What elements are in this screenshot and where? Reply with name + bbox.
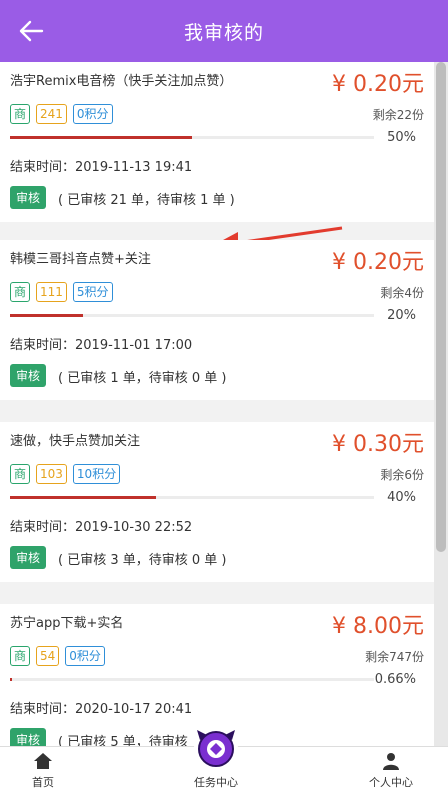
task-card[interactable]: 韩模三哥抖音点赞+关注 ¥ 0.20元 商 111 5积分 剩余4份 20% 结…: [0, 240, 434, 400]
task-price: ¥ 0.30元: [332, 432, 424, 457]
review-stats: ( 已审核 21 单，待审核 1 单 ): [58, 193, 235, 208]
tab-label: 首页: [32, 776, 54, 789]
task-price: ¥ 8.00元: [332, 614, 424, 639]
task-card[interactable]: 浩宇Remix电音榜（快手关注加点赞） ¥ 0.20元 商 241 0积分 剩余…: [0, 62, 434, 254]
points-tag: 0积分: [65, 646, 105, 666]
progress-fill: [10, 496, 156, 499]
remaining-count: 剩余6份: [380, 468, 424, 482]
merchant-tag: 商: [10, 282, 31, 302]
task-name: 韩模三哥抖音点赞+关注: [10, 252, 151, 267]
progress-fill: [10, 314, 83, 317]
review-button[interactable]: 审核: [10, 186, 47, 209]
tab-label: 个人中心: [369, 776, 413, 789]
user-icon: [383, 753, 399, 770]
review-button[interactable]: 审核: [10, 364, 47, 387]
count-tag: 241: [36, 104, 67, 124]
task-price: ¥ 0.20元: [332, 250, 424, 275]
review-stats: ( 已审核 3 单，待审核 0 单 ): [58, 553, 227, 568]
task-center-icon[interactable]: [194, 726, 238, 770]
end-time: 结束时间：2019-10-30 22:52: [10, 520, 193, 535]
merchant-tag: 商: [10, 646, 31, 666]
page-title: 我审核的: [183, 22, 264, 44]
progress-bar: [10, 678, 374, 681]
task-name: 苏宁app下载+实名: [10, 616, 124, 631]
progress-bar: [10, 496, 374, 499]
task-list[interactable]: 浩宇Remix电音榜（快手关注加点赞） ¥ 0.20元 商 241 0积分 剩余…: [0, 62, 434, 746]
end-time: 结束时间：2020-10-17 20:41: [10, 702, 193, 717]
task-name: 浩宇Remix电音榜（快手关注加点赞）: [10, 74, 233, 89]
progress-fill: [10, 678, 13, 681]
review-button[interactable]: 审核: [10, 728, 47, 746]
app-header: 我审核的: [0, 0, 448, 62]
count-tag: 103: [36, 464, 67, 484]
tab-label: 任务中心: [194, 776, 238, 789]
review-button[interactable]: 审核: [10, 546, 47, 569]
remaining-count: 剩余4份: [380, 286, 424, 300]
progress-fill: [10, 136, 192, 139]
home-icon: [34, 753, 52, 769]
progress-label: 20%: [387, 308, 416, 323]
remaining-count: 剩余22份: [372, 108, 424, 122]
review-stats: ( 已审核 1 单，待审核 0 单 ): [58, 371, 227, 386]
scrollbar-thumb[interactable]: [436, 62, 446, 552]
task-card[interactable]: 速做，快手点赞加关注 ¥ 0.30元 商 103 10积分 剩余6份 40% 结…: [0, 422, 434, 582]
end-time: 结束时间：2019-11-01 17:00: [10, 338, 193, 353]
points-tag: 5积分: [72, 282, 113, 302]
scrollbar[interactable]: [434, 62, 448, 746]
task-price: ¥ 0.20元: [332, 72, 424, 97]
count-tag: 54: [36, 646, 60, 666]
merchant-tag: 商: [10, 464, 31, 484]
progress-label: 50%: [387, 130, 416, 145]
tab-profile[interactable]: 个人中心: [348, 747, 434, 793]
points-tag: 0积分: [72, 104, 113, 124]
count-tag: 111: [36, 282, 67, 302]
end-time: 结束时间：2019-11-13 19:41: [10, 160, 193, 175]
merchant-tag: 商: [10, 104, 31, 124]
points-tag: 10积分: [72, 464, 121, 484]
task-name: 速做，快手点赞加关注: [10, 434, 141, 449]
task-card[interactable]: 苏宁app下载+实名 ¥ 8.00元 商 54 0积分 剩余747份 0.66%…: [0, 604, 434, 746]
progress-label: 40%: [387, 490, 416, 505]
progress-bar: [10, 314, 374, 317]
progress-label: 0.66%: [374, 672, 416, 687]
progress-bar: [10, 136, 374, 139]
tab-home[interactable]: 首页: [0, 747, 86, 793]
task-center-logo-icon: [197, 730, 235, 767]
remaining-count: 剩余747份: [365, 650, 424, 664]
review-stats: ( 已审核 5 单，待审核: [58, 735, 188, 746]
